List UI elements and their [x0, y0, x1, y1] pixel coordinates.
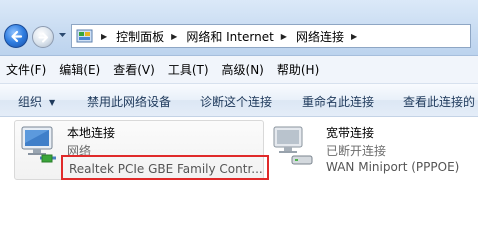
red-highlight-box — [61, 155, 269, 180]
connection-device-broadband: WAN Miniport (PPPOE) — [326, 160, 460, 174]
forward-arrow-icon — [38, 32, 48, 43]
organize-label: 组织 — [18, 95, 43, 109]
menu-help[interactable]: 帮助(H) — [271, 61, 326, 78]
chevron-right-icon[interactable]: ▶ — [351, 32, 357, 41]
diagnose-button[interactable]: 诊断这个连接 — [200, 93, 272, 110]
connection-status-broadband: 已断开连接 — [326, 144, 387, 158]
menu-bar: 文件(F) 编辑(E) 查看(V) 工具(T) 高级(N) 帮助(H) — [0, 56, 478, 84]
chevron-right-icon[interactable]: ▶ — [281, 32, 287, 41]
control-panel-icon — [76, 29, 93, 43]
menu-file[interactable]: 文件(F) — [0, 61, 53, 78]
menu-tools[interactable]: 工具(T) — [162, 61, 216, 78]
breadcrumb[interactable]: ▶ 控制面板 ▶ 网络和 Internet ▶ 网络连接 ▶ — [71, 24, 471, 48]
connections-list: 本地连接 网络 Realtek PCIe GBE Family Contr...… — [0, 117, 478, 252]
command-bar: 组织 ▼ 禁用此网络设备 诊断这个连接 重命名此连接 查看此连接的 — [0, 84, 478, 117]
connection-name-broadband: 宽带连接 — [326, 126, 375, 140]
chevron-right-icon[interactable]: ▶ — [171, 32, 177, 41]
back-button[interactable] — [4, 24, 28, 48]
forward-button[interactable] — [32, 26, 54, 48]
breadcrumb-control-panel[interactable]: 控制面板 — [114, 28, 166, 45]
address-bar-area: ▶ 控制面板 ▶ 网络和 Internet ▶ 网络连接 ▶ — [0, 0, 478, 56]
rename-button[interactable]: 重命名此连接 — [302, 93, 374, 110]
menu-view[interactable]: 查看(V) — [107, 61, 162, 78]
chevron-down-icon: ▼ — [49, 98, 56, 107]
organize-button[interactable]: 组织 ▼ — [18, 93, 55, 110]
back-arrow-icon — [11, 30, 23, 43]
disable-device-button[interactable]: 禁用此网络设备 — [87, 93, 171, 110]
chevron-right-icon[interactable]: ▶ — [101, 32, 107, 41]
connection-name-local: 本地连接 — [67, 126, 116, 140]
network-adapter-icon — [21, 126, 56, 163]
view-status-button[interactable]: 查看此连接的 — [403, 93, 475, 110]
recent-pages-dropdown-icon[interactable] — [58, 32, 67, 38]
menu-advanced[interactable]: 高级(N) — [216, 61, 271, 78]
menu-edit[interactable]: 编辑(E) — [53, 61, 107, 78]
broadband-connection-icon — [273, 126, 313, 165]
breadcrumb-network-connections[interactable]: 网络连接 — [294, 28, 346, 45]
breadcrumb-network-internet[interactable]: 网络和 Internet — [184, 28, 275, 45]
